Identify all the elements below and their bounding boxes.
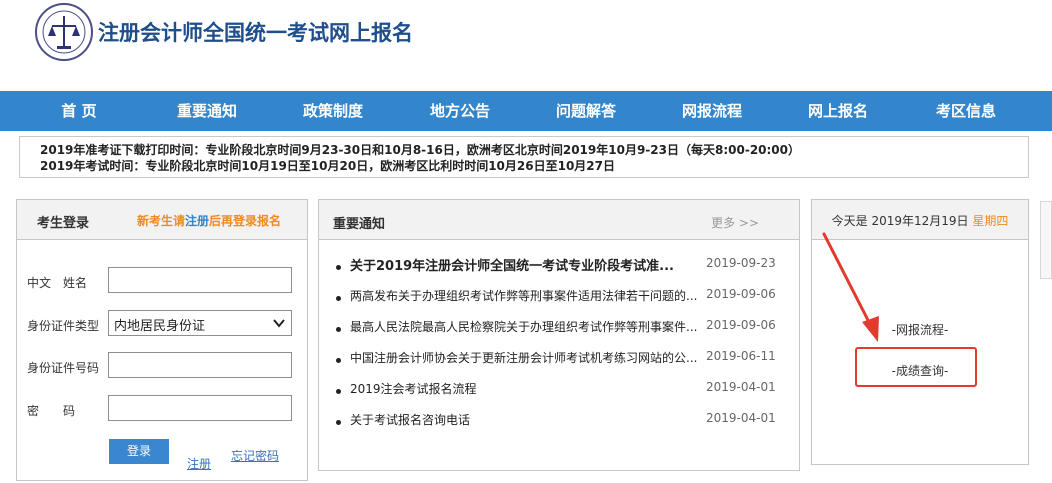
notice-line-admission: 2019年准考证下载打印时间：专业阶段北京时间9月23-30日和10月8-16日… bbox=[40, 143, 801, 157]
id-type-label: 身份证件类型 bbox=[27, 319, 100, 333]
password-row: 密 码 bbox=[17, 395, 309, 425]
list-item: 2019注会考试报名流程 2019-04-01 bbox=[333, 378, 793, 409]
login-title: 考生登录 bbox=[37, 216, 90, 231]
nav-faq[interactable]: 问题解答 bbox=[536, 91, 636, 131]
news-link[interactable]: 2019注会考试报名流程 bbox=[350, 380, 698, 397]
list-item: 关于考试报名咨询电话 2019-04-01 bbox=[333, 409, 793, 440]
name-input[interactable] bbox=[108, 267, 292, 293]
register-tip: 新考生请注册后再登录报名 bbox=[137, 212, 281, 229]
list-item: 中国注册会计师协会关于更新注册会计师考试机考练习网站的公... 2019-06-… bbox=[333, 347, 793, 378]
id-type-value: 内地居民身份证 bbox=[114, 319, 206, 334]
nav-registration-process[interactable]: 网报流程 bbox=[662, 91, 762, 131]
chevron-down-icon bbox=[273, 319, 285, 328]
annotation-highlight-box bbox=[855, 347, 977, 387]
password-input[interactable] bbox=[108, 395, 292, 421]
annotation-arrow-icon bbox=[822, 232, 879, 342]
side-widget-edge bbox=[1040, 201, 1052, 279]
nav-exam-area-info[interactable]: 考区信息 bbox=[916, 91, 1016, 131]
login-panel: 考生登录 新考生请注册后再登录报名 中文 姓名 身份证件类型 内地居民身份证 身… bbox=[16, 199, 308, 481]
today-date-text: 今天是 2019年12月19日 bbox=[831, 214, 969, 228]
news-link[interactable]: 最高人民法院最高人民检察院关于办理组织考试作弊等刑事案件... bbox=[350, 318, 698, 335]
news-panel: 重要通知 更多 >> 关于2019年注册会计师全国统一考试专业阶段考试准... … bbox=[318, 199, 800, 471]
news-date: 2019-09-06 bbox=[706, 287, 776, 301]
news-date: 2019-09-23 bbox=[706, 256, 776, 270]
main-nav: 首 页 重要通知 政策制度 地方公告 问题解答 网报流程 网上报名 考区信息 bbox=[0, 91, 1052, 131]
news-more-link[interactable]: 更多 >> bbox=[711, 214, 759, 231]
cicpa-emblem-icon bbox=[35, 3, 93, 61]
nav-local-announcements[interactable]: 地方公告 bbox=[410, 91, 510, 131]
id-type-select[interactable]: 内地居民身份证 bbox=[108, 310, 292, 336]
site-title: 注册会计师全国统一考试网上报名 bbox=[98, 21, 413, 45]
id-number-input[interactable] bbox=[108, 352, 292, 378]
forgot-password-link[interactable]: 忘记密码 bbox=[231, 447, 279, 464]
news-link[interactable]: 关于2019年注册会计师全国统一考试专业阶段考试准... bbox=[350, 255, 698, 274]
nav-home[interactable]: 首 页 bbox=[29, 91, 129, 131]
list-item: 关于2019年注册会计师全国统一考试专业阶段考试准... 2019-09-23 bbox=[333, 254, 793, 285]
site-header: 注册会计师全国统一考试网上报名 bbox=[0, 0, 1052, 90]
news-date: 2019-06-11 bbox=[706, 349, 776, 363]
news-link[interactable]: 关于考试报名咨询电话 bbox=[350, 411, 698, 428]
bullet-icon bbox=[336, 327, 341, 332]
news-date: 2019-09-06 bbox=[706, 318, 776, 332]
news-link[interactable]: 两高发布关于办理组织考试作弊等刑事案件适用法律若干问题的... bbox=[350, 287, 698, 304]
id-number-label: 身份证件号码 bbox=[27, 361, 100, 375]
login-button[interactable]: 登录 bbox=[109, 439, 169, 464]
name-row: 中文 姓名 bbox=[17, 267, 309, 297]
news-link[interactable]: 中国注册会计师协会关于更新注册会计师考试机考练习网站的公... bbox=[350, 349, 698, 366]
notice-banner: 2019年准考证下载打印时间：专业阶段北京时间9月23-30日和10月8-16日… bbox=[19, 136, 1029, 178]
list-item: 最高人民法院最高人民检察院关于办理组织考试作弊等刑事案件... 2019-09-… bbox=[333, 316, 793, 347]
weekday: 星期四 bbox=[972, 214, 1009, 228]
bullet-icon bbox=[336, 265, 341, 270]
password-label: 密 码 bbox=[27, 404, 76, 418]
register-tip-link[interactable]: 注册 bbox=[185, 214, 209, 228]
bullet-icon bbox=[336, 389, 341, 394]
notice-line-exam-time: 2019年考试时间：专业阶段北京时间10月19日至10月20日，欧洲考区比利时时… bbox=[40, 159, 615, 173]
id-number-row: 身份证件号码 bbox=[17, 352, 309, 382]
bullet-icon bbox=[336, 358, 341, 363]
name-label: 中文 姓名 bbox=[27, 276, 88, 290]
list-item: 两高发布关于办理组织考试作弊等刑事案件适用法律若干问题的... 2019-09-… bbox=[333, 285, 793, 316]
news-date: 2019-04-01 bbox=[706, 380, 776, 394]
news-list: 关于2019年注册会计师全国统一考试专业阶段考试准... 2019-09-23 … bbox=[333, 254, 793, 440]
news-date: 2019-04-01 bbox=[706, 411, 776, 425]
register-tip-prefix: 新考生请 bbox=[137, 214, 186, 228]
id-type-row: 身份证件类型 内地居民身份证 bbox=[17, 310, 309, 340]
bullet-icon bbox=[336, 296, 341, 301]
news-title: 重要通知 bbox=[333, 217, 386, 232]
today-date: 今天是 2019年12月19日 星期四 bbox=[812, 212, 1028, 229]
register-tip-suffix: 后再登录报名 bbox=[209, 214, 282, 228]
register-link[interactable]: 注册 bbox=[187, 455, 211, 472]
nav-online-registration[interactable]: 网上报名 bbox=[788, 91, 888, 131]
bullet-icon bbox=[336, 420, 341, 425]
login-panel-header: 考生登录 新考生请注册后再登录报名 bbox=[17, 200, 307, 240]
news-panel-header: 重要通知 更多 >> bbox=[319, 200, 799, 240]
nav-important-notices[interactable]: 重要通知 bbox=[157, 91, 257, 131]
nav-policies[interactable]: 政策制度 bbox=[283, 91, 383, 131]
